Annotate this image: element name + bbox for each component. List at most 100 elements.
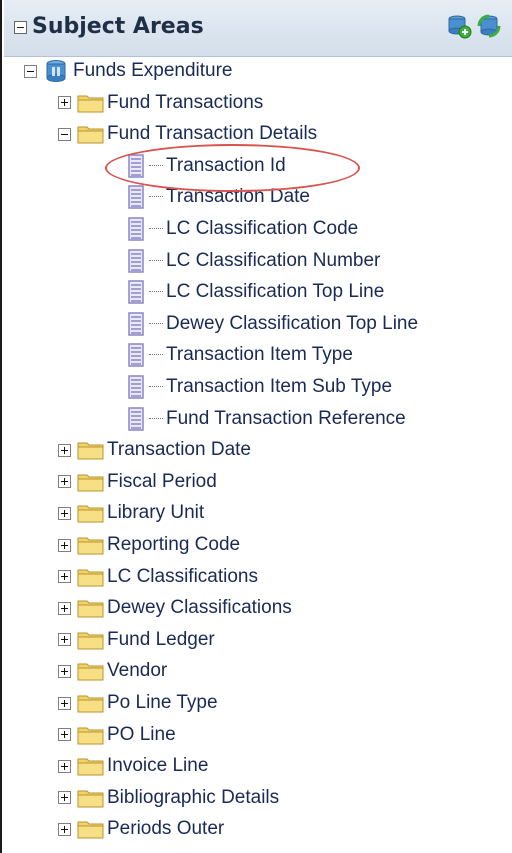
expand-toggle[interactable]	[58, 475, 71, 489]
folder-icon	[77, 695, 104, 713]
tree-column[interactable]: Fund Transaction Reference	[126, 404, 406, 434]
tree-item-label: Transaction Date	[107, 439, 251, 461]
tree-item-label: Fund Ledger	[107, 628, 215, 650]
subject-areas-panel: Subject Areas Funds Expenditure Fund Tran…	[0, 0, 512, 853]
tree-folder[interactable]: Vendor	[58, 656, 167, 686]
folder-icon	[77, 474, 104, 492]
expand-toggle[interactable]	[58, 570, 71, 584]
folder-icon	[77, 95, 104, 113]
tree-folder[interactable]: Bibliographic Details	[58, 783, 279, 813]
highlight-ellipse	[105, 144, 360, 192]
folder-icon	[77, 758, 104, 776]
collapse-toggle[interactable]	[24, 64, 37, 78]
folder-icon	[77, 126, 104, 144]
tree-item-label: Library Unit	[107, 502, 205, 524]
tree-item-label: Fiscal Period	[107, 470, 217, 492]
tree-folder[interactable]: Po Line Type	[58, 688, 218, 718]
tree-connector	[149, 417, 163, 420]
tree-item-label: Bibliographic Details	[107, 786, 280, 808]
tree-connector	[149, 322, 163, 325]
tree-connector	[149, 291, 163, 293]
tree-column[interactable]: LC Classification Code	[126, 214, 358, 244]
folder-icon	[77, 505, 104, 523]
tree-folder[interactable]: Reporting Code	[58, 530, 240, 560]
tree-connector	[149, 228, 163, 230]
tree-folder[interactable]: Fund Ledger	[58, 625, 215, 655]
expand-toggle[interactable]	[58, 633, 71, 647]
tree-column[interactable]: Dewey Classification Top Line	[126, 309, 418, 339]
expand-toggle[interactable]	[58, 791, 71, 805]
tree-item-label: LC Classification Number	[166, 249, 381, 271]
refresh-icon[interactable]	[476, 13, 502, 39]
folder-icon	[77, 821, 104, 839]
tree-connector	[149, 196, 163, 198]
tree-item-label: Po Line Type	[107, 692, 218, 713]
panel-header: Subject Areas	[4, 0, 512, 57]
column-icon	[128, 375, 144, 399]
tree-item-label: LC Classifications	[107, 565, 258, 587]
tree-folder[interactable]: Fund Transactions	[58, 88, 263, 118]
column-icon	[128, 217, 144, 241]
expand-toggle[interactable]	[58, 728, 71, 742]
tree-item-label: Periods Outer	[107, 818, 225, 840]
column-icon	[128, 185, 144, 210]
folder-icon	[77, 790, 104, 808]
tree-folder[interactable]: Fiscal Period	[58, 467, 217, 497]
tree-connector	[149, 354, 163, 356]
tree-item-label: Fund Transactions	[107, 91, 264, 113]
tree-item-label: Reporting Code	[107, 534, 241, 555]
tree-item-label: LC Classification Code	[166, 218, 359, 239]
folder-icon	[77, 600, 104, 618]
folder-icon	[77, 727, 104, 745]
expand-toggle[interactable]	[58, 601, 71, 615]
folder-icon	[77, 663, 104, 681]
tree-root-funds-expenditure[interactable]: Funds Expenditure	[24, 56, 233, 86]
tree-column[interactable]: LC Classification Number	[126, 246, 380, 276]
tree-connector	[149, 259, 163, 262]
folder-icon	[77, 569, 104, 587]
tree-folder[interactable]: Invoice Line	[58, 751, 208, 781]
expand-toggle[interactable]	[58, 696, 71, 710]
expand-toggle[interactable]	[58, 443, 71, 457]
expand-toggle[interactable]	[58, 822, 71, 836]
folder-icon	[77, 537, 104, 555]
tree-item-label: LC Classification Top Line	[166, 281, 385, 303]
subject-area-icon	[46, 60, 66, 82]
column-icon	[128, 312, 144, 336]
tree-column[interactable]: Transaction Item Type	[126, 340, 353, 370]
tree-folder[interactable]: LC Classifications	[58, 562, 258, 592]
tree-item-label: Funds Expenditure	[73, 60, 233, 81]
tree-folder[interactable]: Periods Outer	[58, 814, 224, 844]
tree-connector	[149, 386, 163, 388]
tree-column[interactable]: Transaction Item Sub Type	[126, 372, 392, 402]
tree-item-label: PO Line	[107, 723, 176, 745]
expand-toggle[interactable]	[58, 759, 71, 773]
expand-toggle[interactable]	[58, 506, 71, 520]
tree-folder[interactable]: PO Line	[58, 720, 176, 750]
tree-item-label: Vendor	[107, 660, 168, 682]
folder-icon	[77, 632, 104, 650]
column-icon	[128, 280, 144, 304]
tree-item-label: Transaction Item Sub Type	[166, 376, 393, 397]
tree-folder[interactable]: Transaction Date	[58, 435, 251, 465]
panel-title: Subject Areas	[32, 14, 204, 39]
folder-icon	[77, 442, 104, 460]
expand-toggle[interactable]	[58, 538, 71, 552]
expand-toggle[interactable]	[58, 96, 71, 110]
tree-item-label: Invoice Line	[107, 755, 209, 777]
column-icon	[128, 343, 144, 368]
tree-folder[interactable]: Dewey Classifications	[58, 593, 292, 623]
tree-item-label: Dewey Classification Top Line	[166, 312, 419, 334]
expand-toggle[interactable]	[58, 664, 71, 678]
tree-item-label: Dewey Classifications	[107, 597, 292, 619]
panel-collapse-toggle[interactable]	[14, 21, 27, 34]
add-subject-area-icon[interactable]	[446, 13, 472, 39]
tree-item-label: Fund Transaction Reference	[166, 407, 406, 429]
tree-item-label: Fund Transaction Details	[107, 123, 318, 145]
tree-folder[interactable]: Library Unit	[58, 498, 204, 528]
column-icon	[128, 406, 144, 431]
tree-item-label: Transaction Item Type	[166, 344, 353, 366]
column-icon	[128, 248, 144, 273]
collapse-toggle[interactable]	[58, 127, 71, 141]
tree-column[interactable]: LC Classification Top Line	[126, 277, 384, 307]
